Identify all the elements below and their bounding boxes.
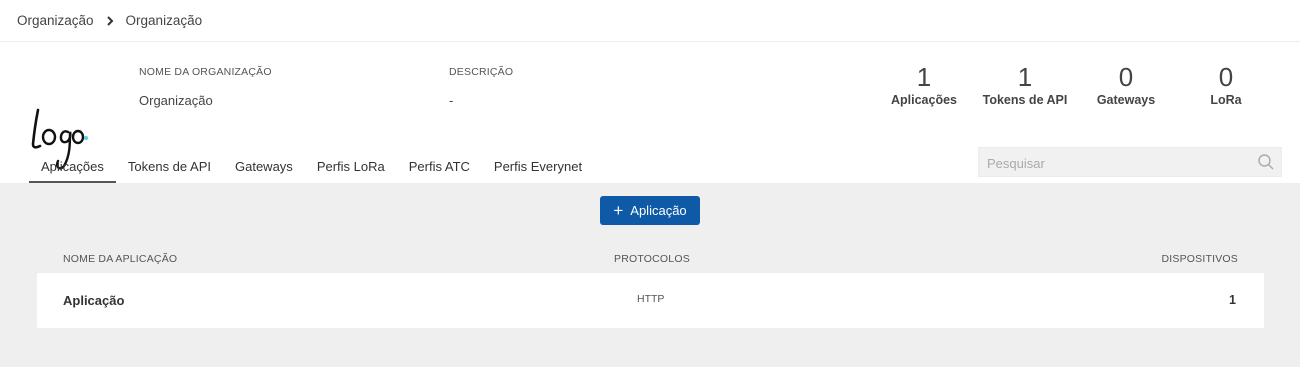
column-header-protocols: PROTOCOLOS xyxy=(614,253,690,265)
breadcrumb-item-org[interactable]: Organização xyxy=(17,13,94,28)
chevron-right-icon xyxy=(106,15,114,26)
plus-icon: + xyxy=(613,201,624,220)
application-protocol: HTTP xyxy=(637,293,665,305)
org-name-label: NOME DA ORGANIZAÇÃO xyxy=(139,66,272,78)
tab-api-tokens[interactable]: Tokens de API xyxy=(116,150,223,183)
tab-bar: Aplicações Tokens de API Gateways Perfis… xyxy=(29,150,594,183)
search-input[interactable] xyxy=(979,148,1249,178)
breadcrumb: Organização Organização xyxy=(0,0,1300,42)
applications-panel: + Aplicação NOME DA APLICAÇÃO PROTOCOLOS… xyxy=(0,183,1300,367)
org-description-label: DESCRIÇÃO xyxy=(449,66,514,78)
breadcrumb-item-current: Organização xyxy=(125,13,203,28)
add-application-label: Aplicação xyxy=(630,203,687,218)
search-box xyxy=(978,147,1282,178)
column-header-devices: DISPOSITIVOS xyxy=(1161,253,1238,265)
org-description-value: - xyxy=(449,93,454,108)
column-header-name: NOME DA APLICAÇÃO xyxy=(63,253,178,265)
stat-lora: 0 LoRa xyxy=(1176,62,1276,107)
stat-label: LoRa xyxy=(1210,93,1242,107)
stat-label: Gateways xyxy=(1096,93,1156,107)
stat-label: Aplicações xyxy=(890,93,957,107)
table-row[interactable]: Aplicação HTTP 1 xyxy=(37,273,1264,328)
stat-applications: 1 Aplicações xyxy=(874,62,974,107)
stat-value: 0 xyxy=(1218,62,1234,92)
tab-atc-profiles[interactable]: Perfis ATC xyxy=(397,150,482,183)
stat-gateways: 0 Gateways xyxy=(1076,62,1176,107)
stat-value: 1 xyxy=(916,62,932,92)
search-icon[interactable] xyxy=(1257,153,1275,171)
org-name-value: Organização xyxy=(139,93,213,108)
stat-api-tokens: 1 Tokens de API xyxy=(975,62,1075,107)
application-devices-count: 1 xyxy=(1229,293,1236,307)
stat-label: Tokens de API xyxy=(982,93,1068,107)
stat-value: 1 xyxy=(1017,62,1033,92)
application-name[interactable]: Aplicação xyxy=(63,293,124,308)
tab-applications[interactable]: Aplicações xyxy=(29,150,116,183)
add-application-button[interactable]: + Aplicação xyxy=(600,196,700,225)
tab-gateways[interactable]: Gateways xyxy=(223,150,305,183)
tab-everynet-profiles[interactable]: Perfis Everynet xyxy=(482,150,594,183)
stat-value: 0 xyxy=(1118,62,1134,92)
tab-lora-profiles[interactable]: Perfis LoRa xyxy=(305,150,397,183)
